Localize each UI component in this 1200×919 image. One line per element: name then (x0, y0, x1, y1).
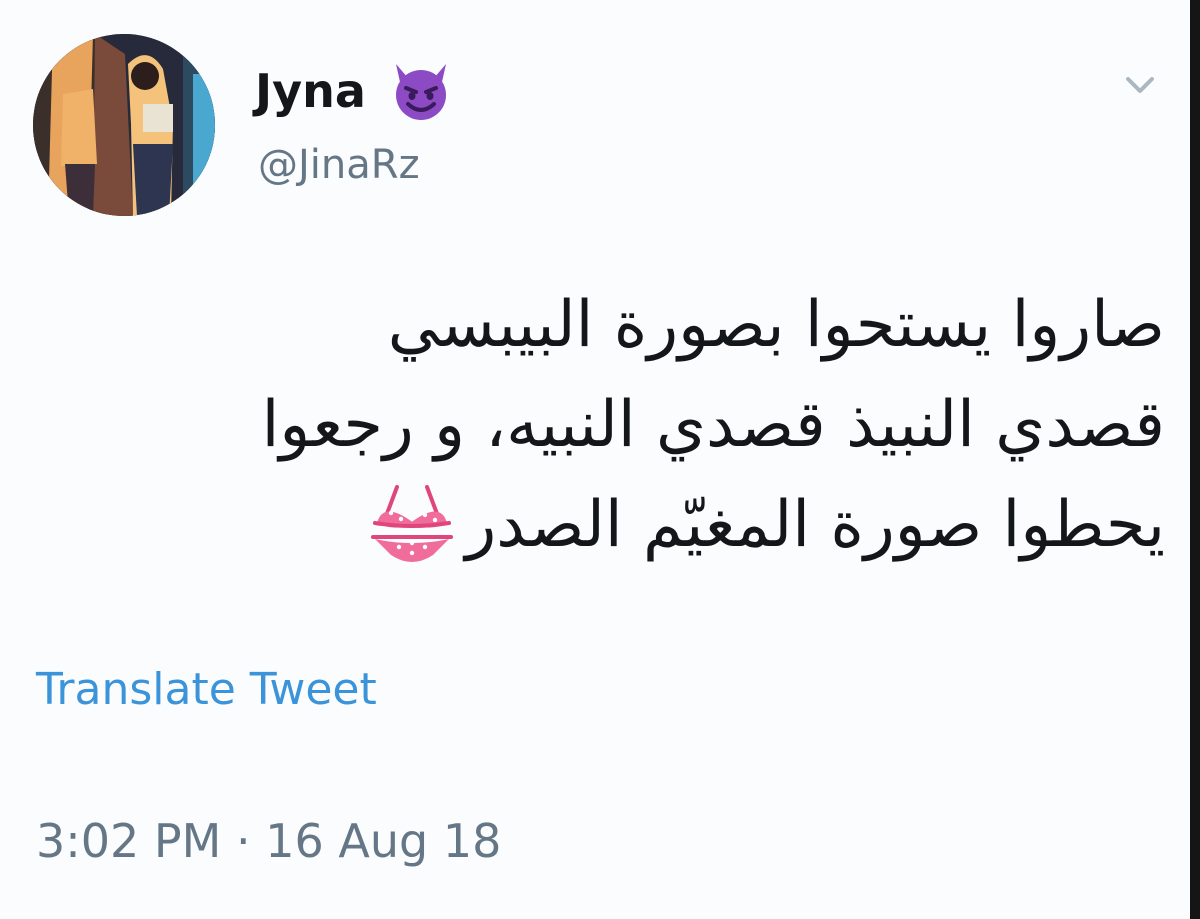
author-row: Jyna (255, 60, 454, 122)
tweet-timestamp[interactable]: 3:02 PM · 16 Aug 18 (36, 814, 501, 868)
tweet-text-line: صاروا يستحوا بصورة البيبسي (387, 288, 1165, 362)
author-handle[interactable]: @JinaRz (258, 142, 420, 188)
bikini-icon (371, 485, 454, 563)
tweet-text: صاروا يستحوا بصورة البيبسي قصدي النبيذ ق… (40, 275, 1165, 575)
tweet-text-line-last: يحطوا صورة المغيّم الصدر (40, 475, 1165, 575)
display-name[interactable]: Jyna (255, 64, 366, 118)
avatar[interactable] (33, 34, 215, 216)
translate-tweet-link[interactable]: Translate Tweet (36, 664, 377, 715)
tweet-text-line: يحطوا صورة المغيّم الصدر (465, 488, 1165, 562)
window-edge (1190, 0, 1200, 919)
smiling-face-with-horns-icon (395, 64, 446, 120)
tweet-text-line: قصدي النبيذ قصدي النبيه، و رجعوا (261, 388, 1165, 462)
tweet-card: Jyna @JinaRz صاروا يستحوا بصورة البيبسي … (0, 0, 1200, 919)
chevron-down-icon[interactable] (1120, 70, 1160, 100)
